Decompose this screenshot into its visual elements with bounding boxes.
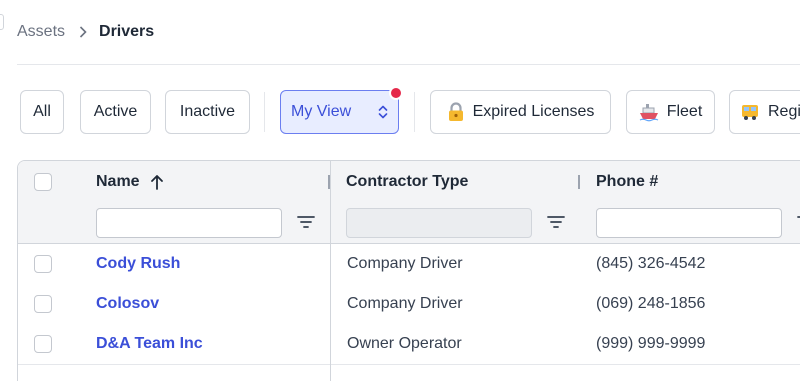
- filter-divider: [414, 92, 415, 132]
- fleet-label: Fleet: [666, 103, 703, 120]
- arrow-up-icon: [150, 174, 164, 190]
- contractor-type-filter-input[interactable]: [346, 208, 532, 238]
- name-filter-input[interactable]: [96, 208, 282, 238]
- filter-active-button[interactable]: Active: [80, 90, 151, 134]
- row-checkbox[interactable]: [34, 335, 52, 353]
- select-all-checkbox[interactable]: [34, 173, 52, 191]
- row-checkbox[interactable]: [34, 295, 52, 313]
- row-checkbox[interactable]: [34, 255, 52, 273]
- breadcrumb-assets-link[interactable]: Assets: [17, 23, 65, 41]
- column-header-contractor-type-label: Contractor Type: [346, 173, 469, 190]
- column-header-name-label: Name: [96, 173, 140, 190]
- chevron-right-icon: [79, 26, 87, 38]
- driver-name-link[interactable]: Colosov: [96, 295, 159, 313]
- contractor-type-cell: Company Driver: [347, 295, 463, 312]
- column-header-phone[interactable]: Phone #: [596, 173, 658, 191]
- column-resize-handle[interactable]: [578, 175, 580, 189]
- phone-cell: (069) 248-1856: [596, 295, 706, 312]
- filter-inactive-button[interactable]: Inactive: [165, 90, 250, 134]
- table-row[interactable]: Colosov Company Driver (069) 248-1856: [18, 284, 800, 325]
- ship-icon: [639, 102, 659, 122]
- contractor-type-cell: Company Driver: [347, 255, 463, 272]
- column-header-phone-label: Phone #: [596, 173, 659, 190]
- lock-icon: [447, 102, 465, 122]
- phone-cell: (845) 326-4542: [596, 255, 706, 272]
- expired-licenses-label: Expired Licenses: [472, 103, 595, 120]
- column-header-name[interactable]: Name: [96, 173, 164, 191]
- page-title: Drivers: [99, 23, 155, 40]
- regional-label: Regi: [768, 103, 800, 120]
- filter-all-label: All: [33, 103, 51, 120]
- breadcrumb: Assets Drivers: [17, 22, 154, 42]
- filter-inactive-label: Inactive: [179, 103, 236, 120]
- my-view-label: My View: [291, 103, 352, 120]
- filter-all-button[interactable]: All: [20, 90, 64, 134]
- phone-filter-input[interactable]: [596, 208, 782, 238]
- filter-icon[interactable]: [547, 215, 565, 229]
- notification-dot: [389, 86, 403, 100]
- table-row[interactable]: Cody Rush Company Driver (845) 326-4542: [18, 244, 800, 285]
- filter-active-label: Active: [93, 103, 138, 120]
- contractor-type-cell: Owner Operator: [347, 335, 462, 352]
- driver-name-link[interactable]: Cody Rush: [96, 255, 180, 273]
- column-header-contractor-type[interactable]: Contractor Type: [346, 173, 468, 191]
- table-row[interactable]: D&A Team Inc Owner Operator (999) 999-99…: [18, 324, 800, 365]
- filter-icon[interactable]: [297, 215, 315, 229]
- expired-licenses-button[interactable]: Expired Licenses: [430, 90, 611, 134]
- driver-name-link[interactable]: D&A Team Inc: [96, 335, 203, 353]
- my-view-select[interactable]: My View: [280, 90, 399, 134]
- regional-button[interactable]: Regi: [729, 90, 800, 134]
- header-divider: [17, 64, 800, 65]
- column-divider: [330, 161, 331, 381]
- drivers-table: Name Contractor Type Phone # Cody Rush C…: [17, 160, 800, 381]
- table-header-row: Name Contractor Type Phone #: [18, 161, 800, 203]
- chevrons-up-down-icon: [378, 104, 388, 120]
- edge-control: [0, 14, 4, 30]
- fleet-button[interactable]: Fleet: [626, 90, 715, 134]
- phone-cell: (999) 999-9999: [596, 335, 706, 352]
- bus-icon: [740, 102, 760, 122]
- table-filter-row: [18, 203, 800, 244]
- filter-divider: [264, 92, 265, 132]
